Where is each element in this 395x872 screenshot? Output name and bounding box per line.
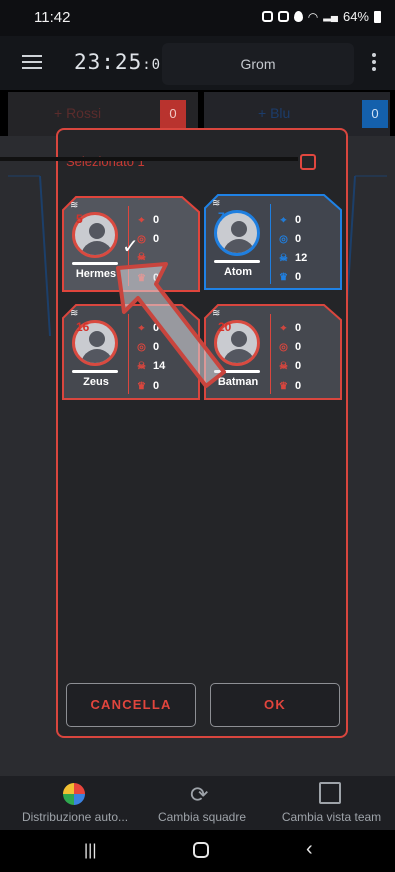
swap-teams-button[interactable]: ⟳ Cambia squadre bbox=[150, 776, 254, 830]
stat-value: 0 bbox=[295, 360, 302, 372]
cancel-button[interactable]: CANCELLA bbox=[66, 683, 196, 727]
stat-value: 0 bbox=[295, 271, 302, 283]
player-number: 16 bbox=[76, 320, 90, 334]
status-icons: ◠ ▂▄ 64% bbox=[261, 9, 381, 24]
annotation-arrow-icon bbox=[116, 262, 226, 388]
stat-value: 0 bbox=[295, 214, 302, 226]
crosshair-icon: ⌖ bbox=[280, 214, 287, 226]
team-blue-label: + Blu bbox=[258, 105, 291, 121]
hamburger-menu-icon[interactable] bbox=[22, 55, 42, 69]
skull-icon: ☠ bbox=[279, 360, 288, 372]
color-wheel-icon bbox=[63, 783, 85, 805]
more-options-icon[interactable] bbox=[372, 53, 378, 71]
bottom-navigation: Distribuzione auto... ⟳ Cambia squadre C… bbox=[0, 776, 395, 830]
location-icon bbox=[293, 11, 303, 22]
battery-icon bbox=[374, 10, 381, 23]
game-title-field[interactable]: Grom bbox=[162, 43, 354, 85]
status-time: 11:42 bbox=[34, 9, 71, 26]
team-blue-count: 0 bbox=[362, 100, 388, 128]
player-number: 7 bbox=[218, 210, 225, 224]
annotation-leader-line bbox=[0, 157, 298, 161]
trophy-icon: ♛ bbox=[279, 271, 288, 283]
nav-label: Cambia vista team bbox=[281, 810, 382, 824]
trophy-icon: ♛ bbox=[279, 380, 288, 392]
stat-value: 0 bbox=[153, 233, 160, 245]
change-team-view-button[interactable]: Cambia vista team bbox=[268, 776, 395, 830]
battery-text: 64% bbox=[342, 9, 369, 24]
system-navigation-bar: ||| ‹ bbox=[0, 830, 395, 872]
auto-distribute-button[interactable]: Distribuzione auto... bbox=[0, 776, 150, 830]
signal-icon: ▂▄ bbox=[323, 11, 338, 22]
wifi-icon: ≋ bbox=[70, 308, 79, 319]
wifi-icon: ◠ bbox=[307, 9, 319, 24]
wifi-icon: ≋ bbox=[212, 198, 221, 209]
back-icon[interactable]: ‹ bbox=[306, 838, 313, 861]
crosshair-icon: ⌖ bbox=[138, 214, 145, 226]
select-all-checkbox[interactable] bbox=[300, 154, 316, 170]
nav-label: Cambia squadre bbox=[157, 810, 247, 824]
wifi-icon: ≋ bbox=[70, 200, 79, 211]
team-red-label: + Rossi bbox=[54, 105, 102, 121]
stat-value: 0 bbox=[295, 380, 302, 392]
skull-icon: ☠ bbox=[279, 252, 288, 264]
game-timer: 23:25:00 bbox=[74, 50, 171, 74]
status-bar: 11:42 ◠ ▂▄ 64% bbox=[0, 0, 395, 36]
target-icon: ◎ bbox=[279, 233, 288, 245]
team-red-count: 0 bbox=[160, 100, 186, 128]
stat-value: 0 bbox=[295, 341, 302, 353]
ok-button[interactable]: OK bbox=[210, 683, 340, 727]
recents-icon[interactable]: ||| bbox=[84, 842, 96, 860]
player-number: 5 bbox=[76, 212, 83, 226]
stat-value: 0 bbox=[295, 233, 302, 245]
home-icon[interactable] bbox=[193, 842, 209, 858]
stat-value: 0 bbox=[295, 322, 302, 334]
layout-icon bbox=[319, 782, 341, 804]
nav-label: Distribuzione auto... bbox=[21, 810, 129, 824]
stat-value: 12 bbox=[295, 252, 308, 264]
notification-icon bbox=[277, 11, 289, 22]
crosshair-icon: ⌖ bbox=[280, 322, 287, 334]
alarm-icon bbox=[261, 11, 273, 22]
stat-value: 0 bbox=[153, 214, 160, 226]
target-icon: ◎ bbox=[279, 341, 288, 353]
swap-icon: ⟳ bbox=[190, 782, 209, 807]
